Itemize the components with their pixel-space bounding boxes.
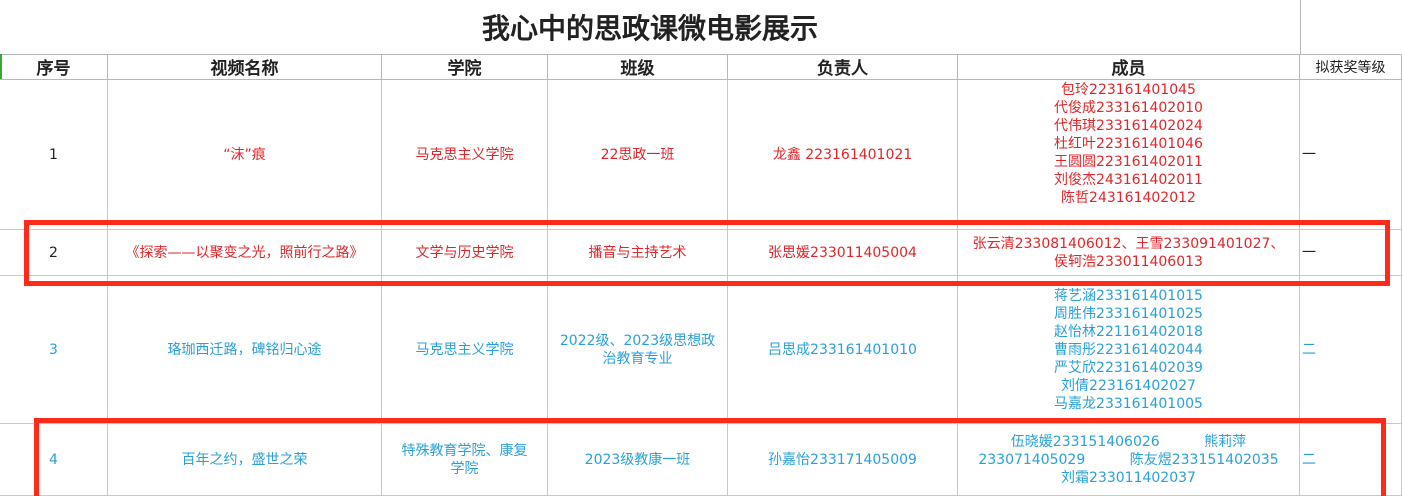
table-row: 2 《探索——以聚变之光，照前行之路》 文学与历史学院 播音与主持艺术 张思媛2…	[0, 230, 1402, 276]
header-class[interactable]: 班级	[548, 54, 728, 80]
sheet-title: 我心中的思政课微电影展示	[0, 0, 1301, 55]
cell-class[interactable]: 2022级、2023级思想政治教育专业	[548, 276, 728, 424]
member-line: 代伟琪233161402024	[1054, 118, 1203, 134]
cell-college[interactable]: 马克思主义学院	[382, 276, 548, 424]
cell-leader[interactable]: 张思媛233011405004	[728, 230, 958, 276]
header-award[interactable]: 拟获奖等级	[1300, 54, 1402, 80]
header-leader[interactable]: 负责人	[728, 54, 958, 80]
member-line: 王圆圆223161402011	[1054, 154, 1203, 170]
member-line: 马嘉龙233161401005	[1054, 395, 1203, 412]
header-index[interactable]: 序号	[0, 54, 108, 80]
cell-members[interactable]: 张云清233081406012、王雪233091401027、 侯轲浩23301…	[958, 230, 1300, 276]
table-row: 3 珞珈西迁路，碑铭归心途 马克思主义学院 2022级、2023级思想政治教育专…	[0, 276, 1402, 424]
cell-leader[interactable]: 吕思成233161401010	[728, 276, 958, 424]
cell-index[interactable]: 4	[0, 424, 108, 496]
cell-college[interactable]: 文学与历史学院	[382, 230, 548, 276]
member-line: 代俊成233161402010	[1054, 100, 1203, 116]
member-line: 侯轲浩233011406013	[1054, 253, 1203, 270]
member-line: 曹雨彤223161402044	[1054, 341, 1203, 358]
cell-index[interactable]: 2	[0, 230, 108, 276]
cell-leader[interactable]: 龙鑫 223161401021	[728, 80, 958, 230]
member-line: 刘倩223161402027	[1061, 377, 1196, 394]
member-line: 严艾欣223161402039	[1054, 359, 1203, 376]
header-video[interactable]: 视频名称	[108, 54, 382, 80]
cell-award[interactable]: 二	[1300, 424, 1402, 496]
cell-college[interactable]: 特殊教育学院、康复学院	[382, 424, 548, 496]
header-college[interactable]: 学院	[382, 54, 548, 80]
member-line: 蒋艺涵233161401015	[1054, 287, 1203, 304]
cell-video[interactable]: 珞珈西迁路，碑铭归心途	[108, 276, 382, 424]
cell-award[interactable]: 一	[1300, 80, 1402, 230]
header-row: 序号 视频名称 学院 班级 负责人 成员 拟获奖等级	[0, 54, 1402, 80]
cell-video[interactable]: “沫”痕	[108, 80, 382, 230]
cell-index[interactable]: 1	[0, 80, 108, 230]
table-row: 4 百年之约，盛世之荣 特殊教育学院、康复学院 2023级教康一班 孙嘉怡233…	[0, 424, 1402, 496]
cell-members[interactable]: 蒋艺涵233161401015 周胜伟233161401025 赵怡林22116…	[958, 276, 1300, 424]
spreadsheet: 我心中的思政课微电影展示 序号 视频名称 学院 班级 负责人 成员 拟获奖等级 …	[0, 0, 1402, 496]
member-line: 包玲223161401045	[1061, 82, 1196, 98]
cell-index[interactable]: 3	[0, 276, 108, 424]
member-line: 陈哲243161402012	[1061, 190, 1196, 206]
member-line: 杜红叶223161401046	[1054, 136, 1203, 152]
member-line: 233071405029 陈友煜233151402035	[978, 451, 1279, 468]
cell-award[interactable]: 二	[1300, 276, 1402, 424]
member-line: 刘霜233011402037	[1061, 469, 1196, 486]
cell-members[interactable]: 包玲223161401045 代俊成233161402010 代伟琪233161…	[958, 80, 1300, 230]
cell-class[interactable]: 2023级教康一班	[548, 424, 728, 496]
cell-video[interactable]: 百年之约，盛世之荣	[108, 424, 382, 496]
member-line: 伍晓媛233151406026 熊莉萍	[1010, 433, 1247, 450]
member-line: 刘俊杰243161402011	[1054, 172, 1203, 188]
title-empty-cell[interactable]	[1300, 0, 1402, 55]
header-members[interactable]: 成员	[958, 54, 1300, 80]
cell-class[interactable]: 播音与主持艺术	[548, 230, 728, 276]
cell-class[interactable]: 22思政一班	[548, 80, 728, 230]
member-line: 张云清233081406012、王雪233091401027、	[972, 235, 1285, 252]
cell-leader[interactable]: 孙嘉怡233171405009	[728, 424, 958, 496]
cell-video[interactable]: 《探索——以聚变之光，照前行之路》	[108, 230, 382, 276]
cell-members[interactable]: 伍晓媛233151406026 熊莉萍 233071405029 陈友煜2331…	[958, 424, 1300, 496]
member-line: 赵怡林221161402018	[1054, 323, 1203, 340]
cell-award[interactable]: 一	[1300, 230, 1402, 276]
table-row: 1 “沫”痕 马克思主义学院 22思政一班 龙鑫 223161401021 包玲…	[0, 80, 1402, 230]
cell-college[interactable]: 马克思主义学院	[382, 80, 548, 230]
member-line: 周胜伟233161401025	[1054, 305, 1203, 322]
